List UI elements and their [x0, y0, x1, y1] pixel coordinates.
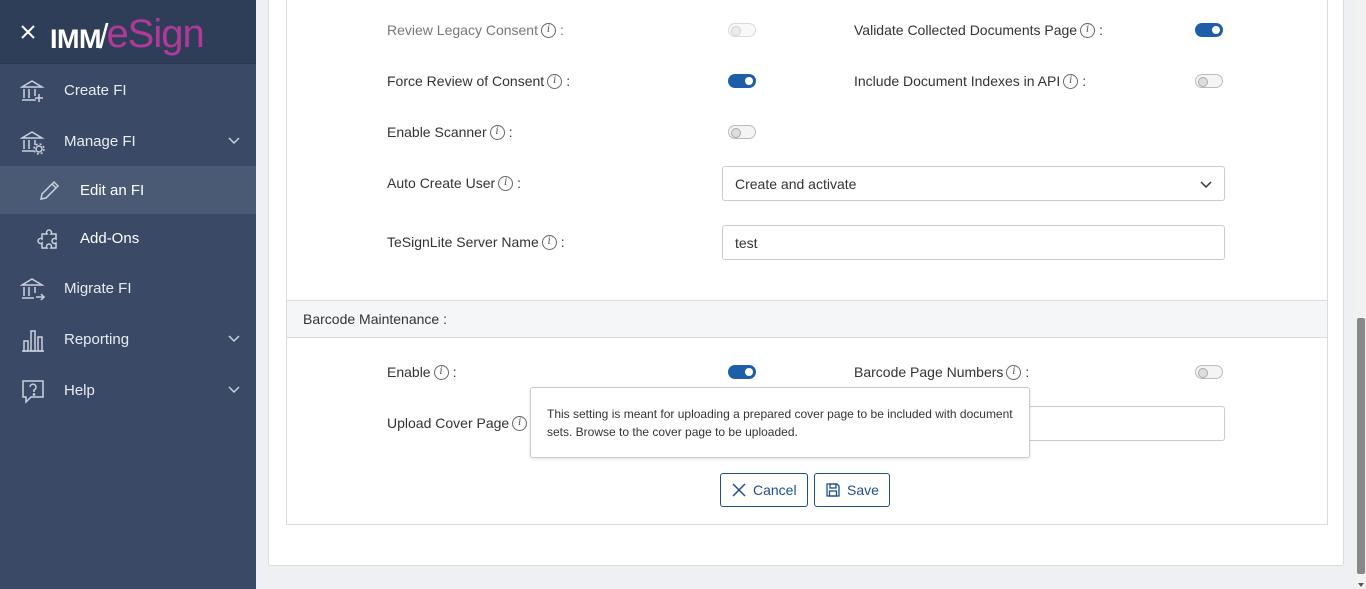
- sidebar-item-migrate-fi[interactable]: Migrate FI: [0, 263, 256, 313]
- info-icon[interactable]: i: [540, 22, 556, 38]
- info-icon[interactable]: i: [1080, 22, 1096, 38]
- chevron-down-icon: [228, 137, 240, 145]
- close-icon[interactable]: [17, 21, 39, 43]
- scrollbar-thumb[interactable]: [1357, 318, 1365, 574]
- sidebar-item-label: Add-Ons: [80, 229, 140, 247]
- info-icon[interactable]: i: [547, 73, 563, 89]
- chevron-down-icon: [228, 386, 240, 394]
- sidebar-item-label: Create FI: [64, 81, 127, 99]
- enable-scanner-label: Enable Scanner i:: [387, 124, 513, 140]
- info-icon[interactable]: i: [512, 415, 528, 431]
- barcode-maintenance-header: Barcode Maintenance :: [287, 300, 1327, 338]
- sidebar-item-label: Edit an FI: [80, 181, 145, 199]
- review-legacy-consent-toggle[interactable]: [728, 23, 756, 37]
- info-icon[interactable]: i: [1006, 364, 1022, 380]
- main-card: Review Legacy Consent i: Validate Collect…: [268, 0, 1344, 566]
- sidebar-item-label: Help: [64, 381, 95, 399]
- info-icon[interactable]: i: [498, 175, 514, 191]
- app-logo: IMM / eSign: [50, 12, 205, 56]
- sidebar-item-add-ons[interactable]: Add-Ons: [0, 214, 256, 262]
- info-icon[interactable]: i: [541, 234, 557, 250]
- include-document-indexes-in-api-label: Include Document Indexes in API i:: [854, 73, 1087, 89]
- bank-add-icon: [20, 80, 45, 102]
- bar-chart-icon: [22, 330, 44, 352]
- auto-create-user-label: Auto Create User i:: [387, 175, 522, 191]
- info-icon[interactable]: i: [1063, 73, 1079, 89]
- puzzle-icon: [37, 229, 57, 249]
- tesignlite-server-name-label: TeSignLite Server Name i:: [387, 234, 565, 250]
- upload-cover-page-label: Upload Cover Page i: [387, 415, 528, 431]
- save-button[interactable]: Save: [814, 473, 890, 507]
- tesignlite-server-name-value: test: [735, 234, 758, 251]
- sidebar-item-reporting[interactable]: Reporting: [0, 314, 256, 364]
- enable-scanner-toggle[interactable]: [728, 125, 756, 139]
- page-scrollbar[interactable]: [1356, 0, 1366, 589]
- sidebar-item-edit-an-fi[interactable]: Edit an FI: [0, 166, 256, 214]
- floppy-disk-icon: [826, 483, 840, 497]
- sidebar-item-manage-fi[interactable]: Manage FI: [0, 116, 256, 166]
- force-review-of-consent-toggle[interactable]: [728, 74, 756, 88]
- sidebar-header: IMM / eSign: [0, 0, 256, 64]
- include-document-indexes-in-api-toggle[interactable]: [1195, 74, 1223, 88]
- validate-collected-documents-page-label: Validate Collected Documents Page i:: [854, 22, 1103, 38]
- sidebar: IMM / eSign Create FI Manage FI Edit an FI…: [0, 0, 256, 589]
- review-legacy-consent-label: Review Legacy Consent i:: [387, 22, 564, 38]
- info-icon[interactable]: i: [489, 124, 505, 140]
- save-button-label: Save: [847, 482, 879, 498]
- question-icon: [22, 380, 44, 404]
- upload-cover-page-tooltip: This setting is meant for uploading a pr…: [530, 387, 1030, 458]
- chevron-down-icon: [1200, 180, 1212, 188]
- auto-create-user-select[interactable]: Create and activate: [722, 166, 1225, 201]
- barcode-page-numbers-label: Barcode Page Numbers i:: [854, 364, 1030, 380]
- chevron-down-icon: [228, 335, 240, 343]
- info-icon[interactable]: i: [433, 364, 449, 380]
- bank-migrate-icon: [20, 278, 46, 301]
- cancel-button-label: Cancel: [753, 482, 797, 498]
- close-icon: [732, 483, 746, 497]
- barcode-enable-toggle[interactable]: [728, 365, 756, 379]
- pencil-icon: [40, 180, 60, 200]
- cancel-button[interactable]: Cancel: [720, 473, 808, 507]
- barcode-enable-label: Enable i:: [387, 364, 457, 380]
- validate-collected-documents-page-toggle[interactable]: [1195, 23, 1223, 37]
- tooltip-text: This setting is meant for uploading a pr…: [547, 407, 1013, 439]
- sidebar-item-label: Reporting: [64, 330, 130, 348]
- auto-create-user-value: Create and activate: [735, 175, 857, 192]
- sidebar-item-create-fi[interactable]: Create FI: [0, 65, 256, 115]
- barcode-page-numbers-toggle[interactable]: [1195, 365, 1223, 379]
- sidebar-item-label: Migrate FI: [64, 279, 132, 297]
- sidebar-item-label: Manage FI: [64, 132, 136, 150]
- bank-gear-icon: [20, 131, 45, 155]
- tesignlite-server-name-input[interactable]: test: [722, 225, 1225, 260]
- sidebar-item-help[interactable]: Help: [0, 365, 256, 415]
- force-review-of-consent-label: Force Review of Consent i:: [387, 73, 571, 89]
- scroll-down-arrow-icon[interactable]: [1358, 583, 1364, 587]
